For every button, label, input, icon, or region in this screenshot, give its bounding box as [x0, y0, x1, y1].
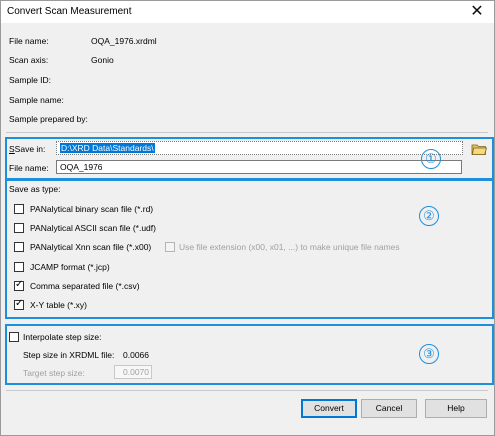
marker-3: ③ — [419, 344, 439, 364]
dialog-title: Convert Scan Measurement — [7, 6, 132, 17]
convert-button[interactable]: Convert — [301, 399, 357, 418]
checkbox-rd[interactable] — [14, 204, 24, 214]
option-label-unique-extension: Use file extension (x00, x01, ...) to ma… — [179, 242, 400, 252]
checkbox-udf[interactable] — [14, 223, 24, 233]
info-label-scan-axis: Scan axis: — [9, 55, 49, 65]
file-name-value: OQA_1976 — [60, 162, 103, 172]
step-size-value: 0.0066 — [123, 350, 149, 360]
separator — [6, 390, 488, 391]
checkbox-xy[interactable] — [14, 298, 24, 310]
target-step-value: 0.0070 — [123, 367, 149, 377]
file-name-label-text: File name: — [9, 163, 49, 173]
close-icon[interactable]: ✕ — [468, 3, 486, 21]
browse-folder-icon[interactable] — [471, 142, 488, 156]
option-label-csv: Comma separated file (*.csv) — [30, 281, 140, 291]
save-in-value: D:\XRD Data\Standards\ — [60, 143, 155, 153]
option-label-udf: PANalytical ASCII scan file (*.udf) — [30, 223, 156, 233]
marker-1: ① — [421, 149, 441, 169]
checkbox-jcp[interactable] — [14, 262, 24, 272]
marker-2: ② — [419, 206, 439, 226]
target-step-label: Target step size: — [23, 368, 85, 378]
interpolate-label: Interpolate step size: — [23, 332, 102, 342]
checkbox-x00[interactable] — [14, 242, 24, 252]
separator — [6, 132, 488, 133]
option-label-x00: PANalytical Xnn scan file (*.x00) — [30, 242, 152, 252]
checkbox-interpolate[interactable] — [9, 332, 19, 342]
save-in-label: SSave in: — [9, 144, 46, 154]
checkbox-csv[interactable] — [14, 279, 24, 291]
info-label-file-name: File name: — [9, 36, 49, 46]
info-label-sample-prepared-by: Sample prepared by: — [9, 114, 88, 124]
option-label-jcp: JCAMP format (*.jcp) — [30, 262, 110, 272]
save-in-label-text: Save in: — [14, 144, 46, 154]
cancel-button[interactable]: Cancel — [361, 399, 417, 418]
step-size-label: Step size in XRDML file: — [23, 350, 115, 360]
help-button[interactable]: Help — [425, 399, 487, 418]
option-label-rd: PANalytical binary scan file (*.rd) — [30, 204, 154, 214]
info-value-scan-axis: Gonio — [91, 55, 114, 65]
save-as-type-label: Save as type: — [9, 184, 61, 194]
checkbox-unique-extension — [165, 242, 175, 252]
file-name-field[interactable]: OQA_1976 — [56, 160, 462, 174]
title-bar: Convert Scan Measurement ✕ — [1, 1, 494, 23]
file-name-label: File name: — [9, 163, 49, 173]
save-in-field[interactable]: D:\XRD Data\Standards\ — [56, 141, 463, 155]
info-value-file-name: OQA_1976.xrdml — [91, 36, 157, 46]
info-label-sample-id: Sample ID: — [9, 75, 52, 85]
info-label-sample-name: Sample name: — [9, 95, 64, 105]
target-step-field: 0.0070 — [114, 365, 152, 379]
option-label-xy: X-Y table (*.xy) — [30, 300, 88, 310]
convert-scan-dialog: Convert Scan Measurement ✕ File name: OQ… — [0, 0, 495, 436]
